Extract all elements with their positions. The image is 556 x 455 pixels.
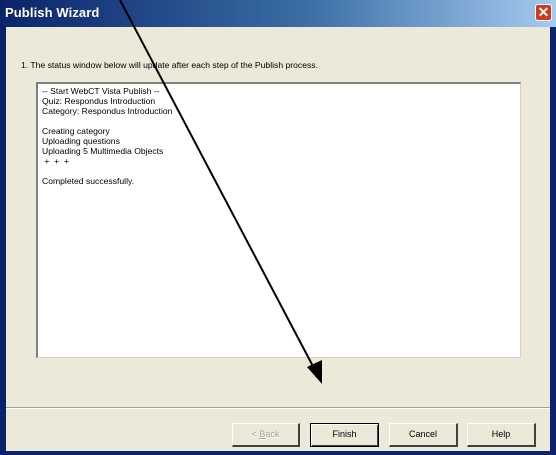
help-button[interactable]: Help	[467, 423, 536, 447]
back-button-rest: ack	[265, 429, 280, 439]
close-icon[interactable]: ✕	[535, 4, 552, 21]
cancel-button[interactable]: Cancel	[389, 423, 458, 447]
status-window[interactable]: -- Start WebCT Vista Publish -- Quiz: Re…	[36, 82, 521, 358]
finish-button[interactable]: Finish	[310, 423, 379, 447]
wizard-body: 1. The status window below will update a…	[6, 27, 550, 451]
status-line: Uploading 5 Multimedia Objects	[42, 146, 164, 156]
publish-wizard-window: Publish Wizard ✕ 1. The status window be…	[0, 0, 556, 455]
instruction-text: 1. The status window below will update a…	[21, 60, 318, 70]
status-line: Quiz: Respondus Introduction	[42, 96, 156, 106]
status-line: Uploading questions	[42, 136, 120, 146]
back-button[interactable]: < Back	[232, 423, 300, 447]
status-line: Category: Respondus Introduction	[42, 106, 173, 116]
status-line: Creating category	[42, 126, 110, 136]
status-line	[42, 116, 516, 126]
status-line: + + +	[42, 156, 69, 166]
status-line: -- Start WebCT Vista Publish --	[42, 86, 160, 96]
status-line: Completed successfully.	[42, 176, 135, 186]
status-line	[42, 166, 516, 176]
window-title: Publish Wizard	[5, 5, 100, 20]
button-separator	[6, 407, 550, 409]
title-bar[interactable]: Publish Wizard ✕	[0, 0, 556, 27]
